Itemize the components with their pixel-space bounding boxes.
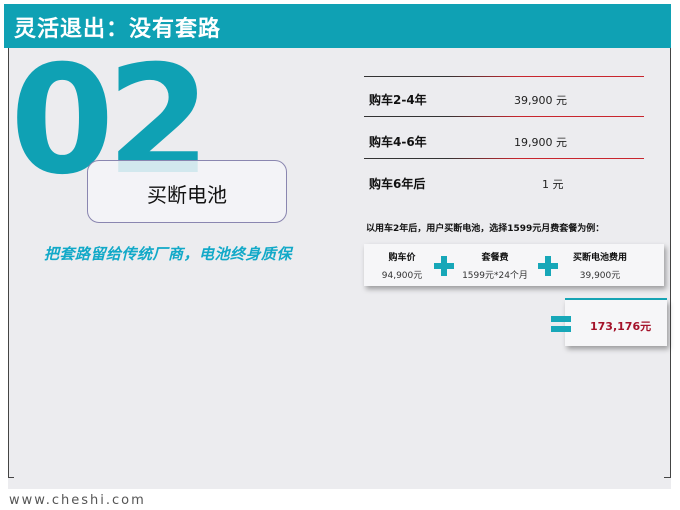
calc-item-battery-buyout: 买断电池费用 39,900元 bbox=[564, 250, 636, 281]
calc-item-value: 1599元*24个月 bbox=[462, 271, 528, 281]
price-row-value: 39,900 元 bbox=[514, 94, 567, 107]
equals-icon bbox=[551, 314, 571, 334]
row-divider bbox=[364, 76, 644, 77]
method-label: 买断电池 bbox=[147, 183, 227, 207]
example-note: 以用车2年后，用户买断电池，选择1599元月费套餐为例： bbox=[366, 224, 605, 234]
frame-bottom-right-tick bbox=[664, 477, 670, 478]
calc-item-package-fee: 套餐费 1599元*24个月 bbox=[460, 250, 530, 281]
slogan: 把套路留给传统厂商，电池终身质保 bbox=[44, 245, 293, 263]
plus-icon bbox=[434, 256, 454, 276]
calculation-card: 购车价 94,900元 套餐费 1599元*24个月 买断电池费用 39,900… bbox=[364, 244, 664, 286]
price-table: 购车2-4年 39,900 元 购车4-6年 19,900 元 购车6年后 1 … bbox=[364, 74, 644, 200]
calc-item-car-price: 购车价 94,900元 bbox=[372, 250, 432, 281]
price-row-label: 购车6年后 bbox=[369, 177, 426, 191]
calc-item-title: 买断电池费用 bbox=[572, 253, 627, 263]
calc-item-title: 套餐费 bbox=[481, 253, 509, 263]
price-row-value: 19,900 元 bbox=[514, 136, 567, 149]
calc-item-title: 购车价 bbox=[388, 253, 416, 263]
price-row-value: 1 元 bbox=[542, 178, 564, 191]
row-divider bbox=[364, 116, 644, 117]
price-row-label: 购车4-6年 bbox=[369, 135, 427, 149]
row-divider bbox=[364, 158, 644, 159]
frame-right-line bbox=[670, 48, 671, 478]
frame-bottom-left-tick bbox=[8, 477, 14, 478]
calc-item-value: 94,900元 bbox=[381, 271, 423, 281]
price-row: 购车6年后 1 元 bbox=[364, 158, 644, 200]
total-value: 173,176元 bbox=[590, 320, 652, 333]
price-row-label: 购车2-4年 bbox=[369, 93, 427, 107]
frame-left-line bbox=[8, 48, 9, 478]
plus-icon bbox=[538, 256, 558, 276]
watermark: www.cheshi.com bbox=[9, 493, 146, 508]
price-row: 购车2-4年 39,900 元 bbox=[364, 74, 644, 116]
calc-item-value: 39,900元 bbox=[579, 271, 621, 281]
price-row: 购车4-6年 19,900 元 bbox=[364, 116, 644, 158]
method-box: 买断电池 bbox=[87, 160, 287, 223]
